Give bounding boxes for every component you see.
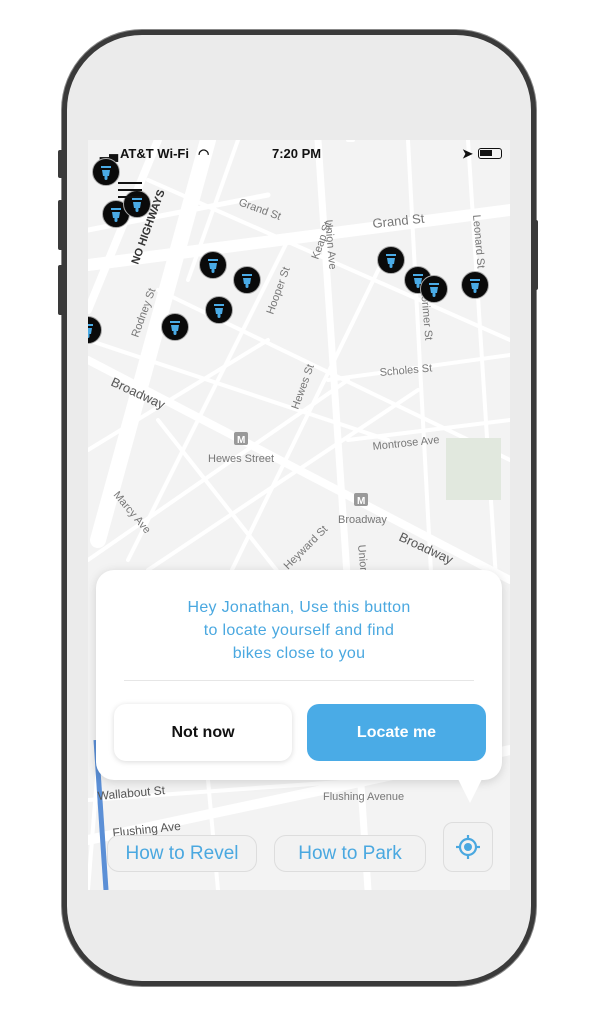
scooter-marker[interactable] (205, 296, 233, 324)
scooter-marker[interactable] (420, 275, 448, 303)
tooltip-message: Hey Jonathan, Use this button to locate … (96, 596, 502, 665)
scooter-icon (111, 208, 121, 222)
scooter-marker[interactable] (377, 246, 405, 274)
how-to-revel-button[interactable]: How to Revel (107, 835, 257, 872)
svg-text:M: M (357, 496, 365, 507)
menu-icon[interactable] (118, 182, 142, 203)
location-arrow-icon: ➤ (462, 146, 473, 161)
scooter-marker[interactable] (92, 158, 120, 186)
how-to-park-button[interactable]: How to Park (274, 835, 426, 872)
carrier: AT&T Wi-Fi (120, 146, 189, 161)
street-label: Broadway (338, 514, 387, 526)
not-now-button[interactable]: Not now (114, 704, 292, 761)
divider (124, 680, 474, 681)
volume-up-button (58, 200, 64, 250)
mute-switch (58, 150, 64, 178)
scooter-icon (170, 321, 180, 335)
scooter-icon (101, 166, 111, 180)
scooter-icon (429, 283, 439, 297)
power-button (532, 220, 538, 290)
scooter-marker[interactable] (233, 266, 261, 294)
volume-down-button (58, 265, 64, 315)
tooltip-tail (456, 775, 484, 803)
message-line: bikes close to you (232, 645, 366, 662)
scooter-icon (208, 259, 218, 273)
scooter-icon (214, 304, 224, 318)
locate-button[interactable] (443, 822, 493, 872)
street-label: Leonard St (470, 214, 487, 269)
street-label: Wallabout St (97, 783, 166, 803)
street-label: Grand St (237, 197, 282, 223)
status-bar: ▂▄ AT&T Wi-Fi ◠ 7:20 PM ➤ (88, 140, 510, 166)
street-label: Flushing Avenue (323, 791, 404, 803)
street-label: Hooper St (265, 265, 293, 316)
locate-me-button[interactable]: Locate me (307, 704, 486, 761)
street-label: Scholes St (379, 362, 432, 379)
battery-icon (478, 148, 502, 159)
svg-text:M: M (237, 435, 245, 446)
app-screen: Grand St Grand St Keap St Union Ave Leon… (88, 140, 510, 890)
scooter-marker[interactable] (461, 271, 489, 299)
scooter-icon (470, 279, 480, 293)
scooter-icon (88, 324, 93, 338)
scooter-marker[interactable] (199, 251, 227, 279)
street-label: Hewes Street (208, 453, 274, 465)
message-line: Hey Jonathan, Use this button (187, 599, 411, 616)
street-label: Heyward St (282, 523, 331, 572)
scooter-icon (242, 274, 252, 288)
clock: 7:20 PM (272, 146, 322, 161)
wifi-icon: ◠ (198, 146, 210, 161)
locate-tooltip: Hey Jonathan, Use this button to locate … (96, 570, 502, 803)
scooter-marker[interactable] (161, 313, 189, 341)
message-line: to locate yourself and find (203, 622, 395, 639)
scooter-icon (386, 254, 396, 268)
crosshair-icon (456, 835, 480, 859)
